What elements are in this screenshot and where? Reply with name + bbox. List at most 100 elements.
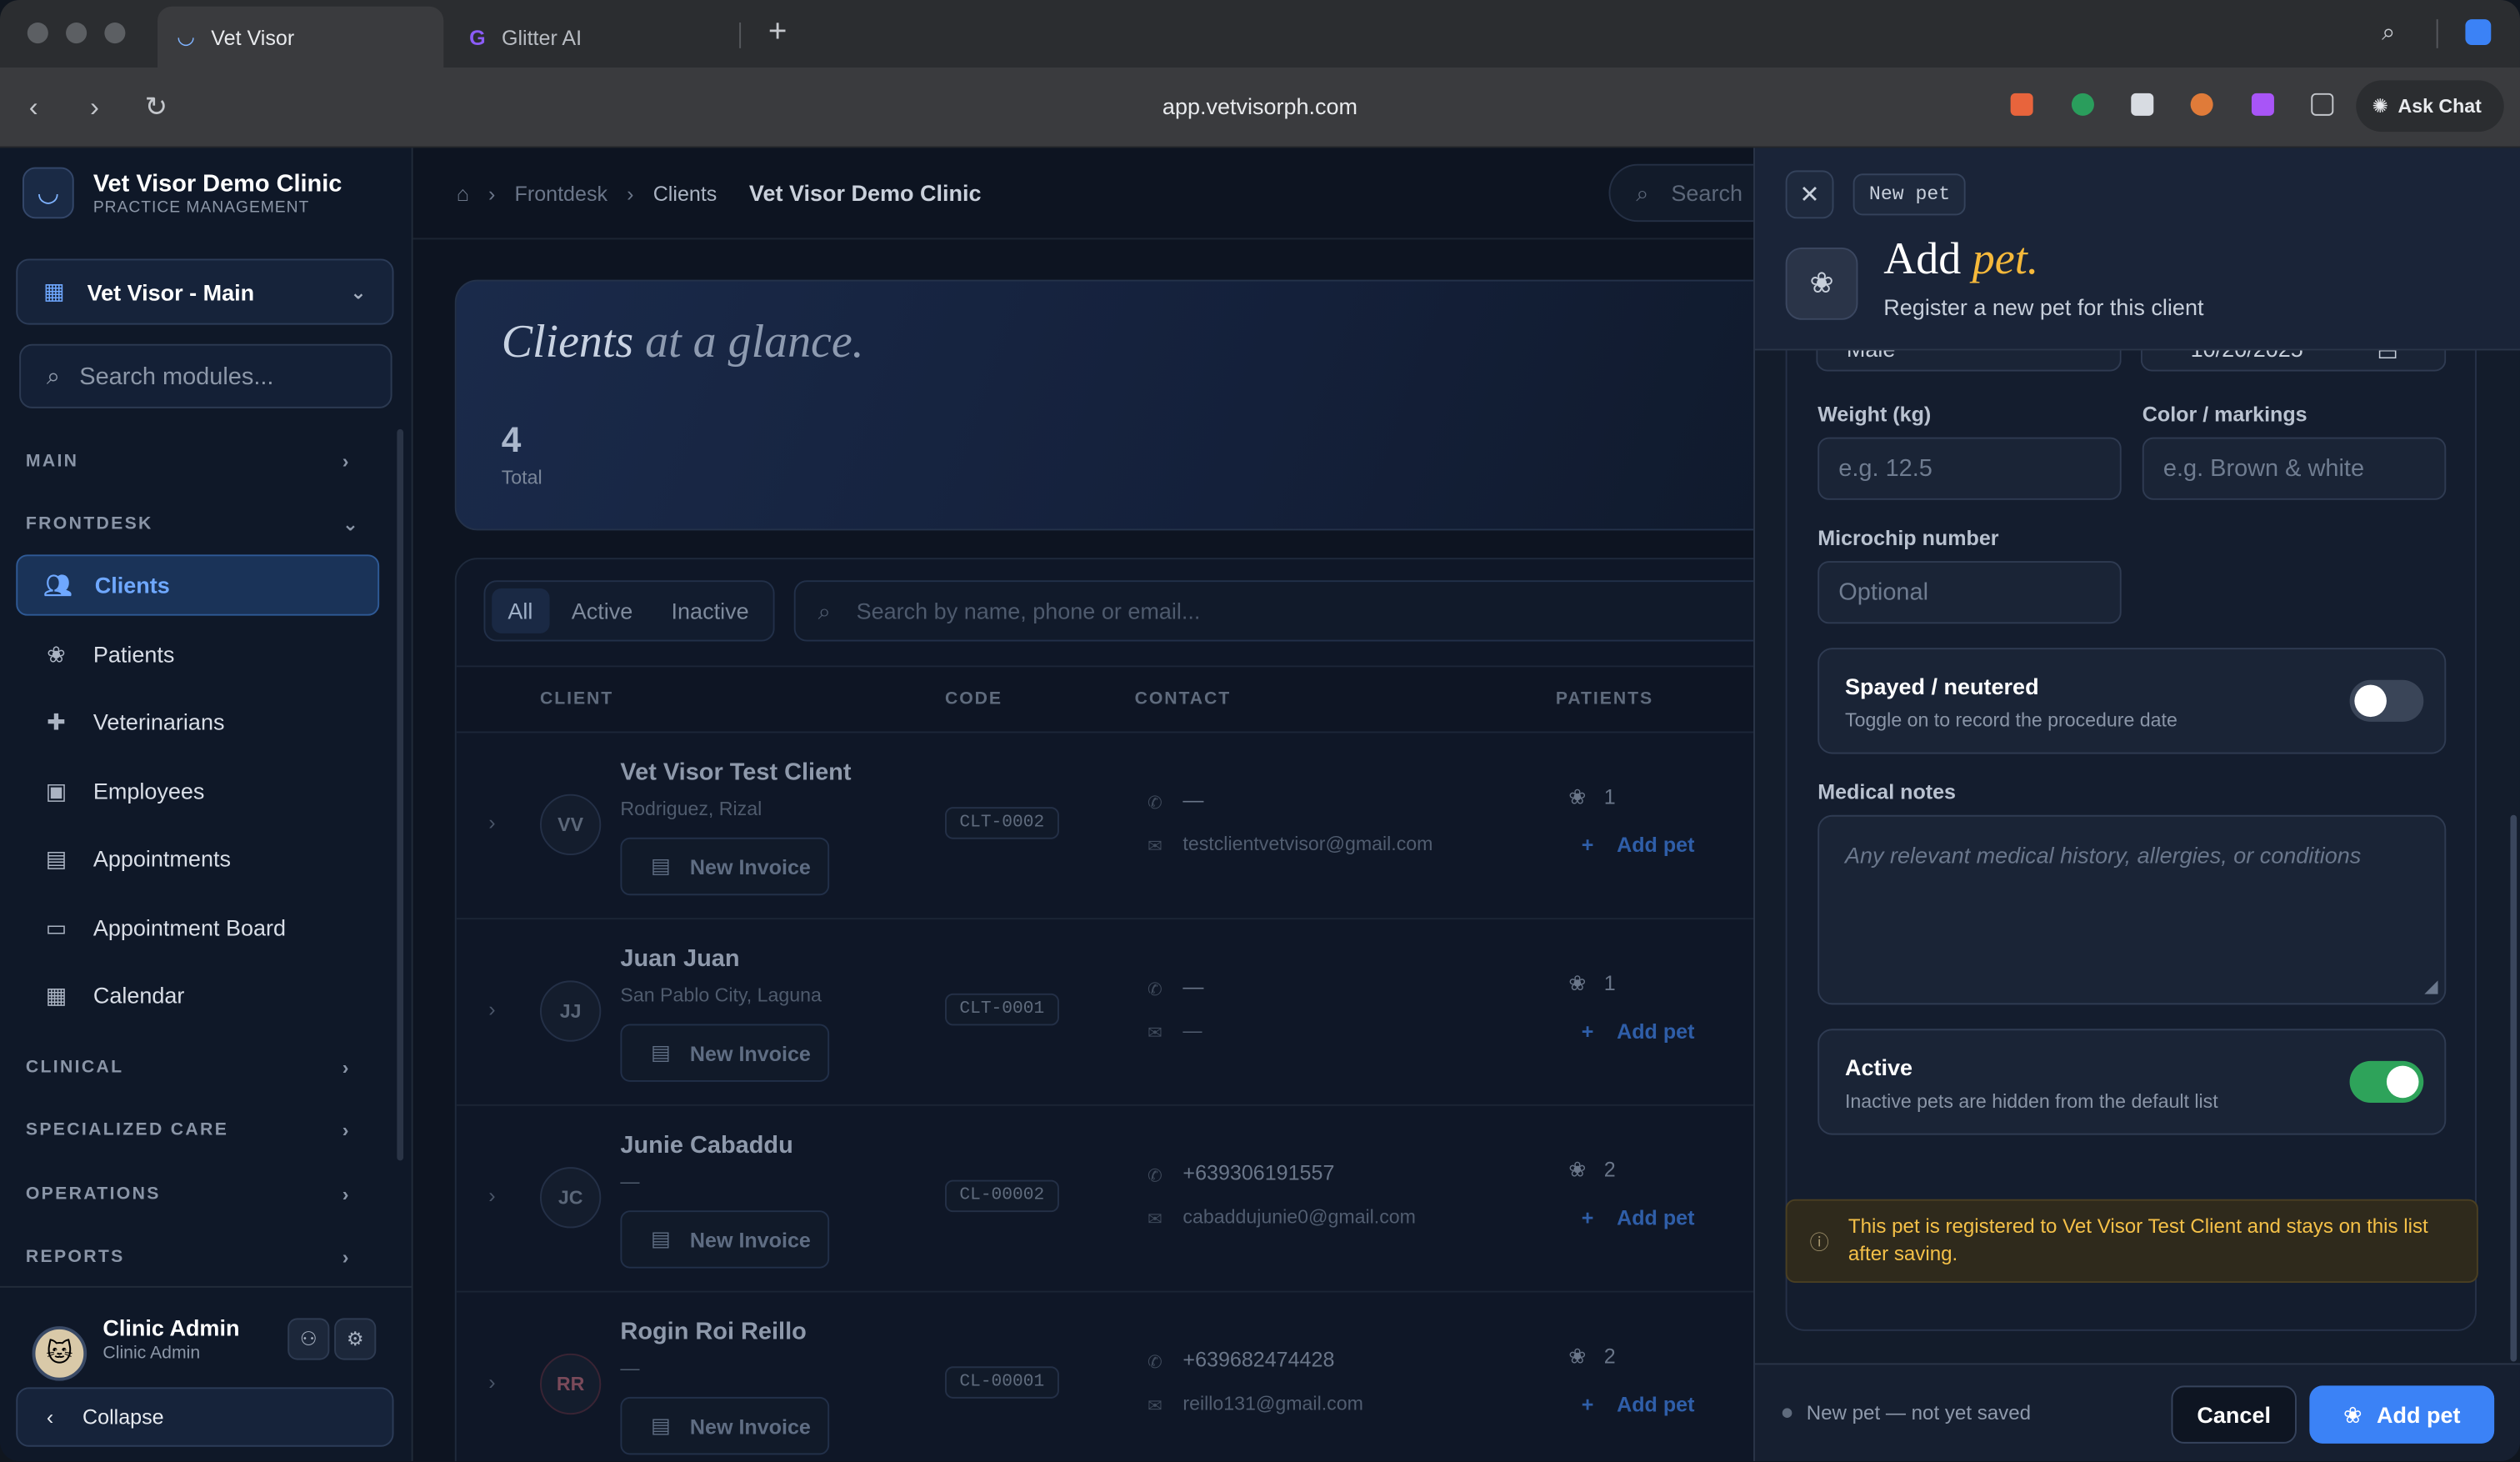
profile-icon[interactable] — [2465, 19, 2492, 45]
sidebar-item-patients[interactable]: ❀ Patients — [16, 623, 379, 684]
collapse-sidebar-button[interactable]: ‹ Collapse — [16, 1387, 394, 1447]
active-toggle[interactable] — [2349, 1060, 2424, 1103]
resize-handle-icon[interactable]: ◢ — [2424, 976, 2438, 997]
sidebar-scrollbar[interactable] — [397, 428, 404, 1161]
plus-icon: + — [1581, 1019, 1594, 1044]
new-invoice-button[interactable]: ▤ New Invoice — [620, 1210, 830, 1269]
column-patients[interactable]: PATIENTS — [1556, 689, 1653, 708]
client-phone: — — [1182, 974, 1204, 999]
sidebar-item-employees[interactable]: ▣ Employees — [16, 760, 379, 821]
column-client[interactable]: CLIENT — [540, 689, 613, 708]
spayed-toggle[interactable] — [2349, 679, 2424, 722]
section-reports[interactable]: REPORTS › — [26, 1246, 349, 1269]
filter-all[interactable]: All — [492, 588, 549, 633]
calendar-icon: ▭ — [2377, 350, 2398, 365]
microchip-input[interactable]: Optional — [1818, 561, 2122, 624]
sidebar-item-clients[interactable]: 👥︎ Clients — [16, 554, 380, 616]
branch-selector[interactable]: ▦ Vet Visor - Main ⌄ — [16, 258, 394, 325]
birthdate-input[interactable]: 10/20/2025 ▭ — [2140, 350, 2447, 372]
add-pet-link[interactable]: Add pet — [1617, 833, 1694, 857]
chevron-right-icon[interactable]: › — [488, 810, 495, 834]
client-avatar: JJ — [539, 980, 602, 1042]
table-row[interactable]: › JJ Juan Juan San Pablo City, Laguna ▤ N… — [456, 919, 1788, 1106]
tab-search-icon[interactable]: ⌕ — [2382, 19, 2395, 47]
settings-button[interactable]: ⚙ — [334, 1318, 377, 1360]
chevron-right-icon[interactable]: › — [488, 1183, 495, 1207]
close-drawer-button[interactable]: ✕ — [1785, 170, 1834, 219]
extension-icon-5[interactable] — [2251, 93, 2274, 116]
section-main[interactable]: MAIN › — [26, 450, 349, 473]
home-icon[interactable]: ⌂ — [457, 181, 469, 205]
client-name[interactable]: Rogin Roi Reillo — [620, 1318, 806, 1345]
birthdate-value: 10/20/2025 — [2191, 350, 2303, 362]
cancel-button[interactable]: Cancel — [2171, 1385, 2297, 1444]
table-row[interactable]: › VV Vet Visor Test Client Rodriguez, Ri… — [456, 733, 1788, 920]
sidebar-item-appointment-board[interactable]: ▭ Appointment Board — [16, 897, 379, 958]
search-icon: ⌕ — [818, 597, 831, 623]
active-toggle-row: Active Inactive pets are hidden from the… — [1818, 1029, 2447, 1135]
minimize-window-button[interactable] — [66, 22, 88, 44]
save-status-text: New pet — not yet saved — [1806, 1401, 2032, 1424]
id-badge-icon: ▣ — [45, 777, 68, 804]
add-pet-link[interactable]: Add pet — [1617, 1392, 1694, 1416]
sidebar-item-appointments[interactable]: ▤ Appointments — [16, 828, 379, 889]
add-pet-link[interactable]: Add pet — [1617, 1019, 1694, 1044]
filter-active[interactable]: Active — [555, 588, 648, 633]
maximize-window-button[interactable] — [104, 22, 126, 44]
paw-icon: ❀ — [1568, 1344, 1587, 1369]
chevron-left-icon: ‹ — [46, 1404, 54, 1429]
gear-icon: ⚙ — [346, 1327, 364, 1350]
medical-notes-textarea[interactable]: Any relevant medical history, allergies,… — [1818, 814, 2447, 1005]
extension-icon-1[interactable] — [2010, 93, 2033, 116]
chevron-right-icon: › — [342, 1183, 351, 1206]
switch-user-button[interactable]: ⚇ — [288, 1318, 330, 1360]
sex-select[interactable]: Male — [1816, 350, 2122, 372]
client-name[interactable]: Junie Cabaddu — [620, 1132, 792, 1159]
table-row[interactable]: › RR Rogin Roi Reillo — ▤ New Invoice CL-… — [457, 1293, 1788, 1461]
grammarly-icon[interactable] — [2071, 93, 2094, 116]
section-frontdesk[interactable]: FRONTDESK ⌄ — [26, 513, 358, 535]
tab-glitter-ai[interactable]: G Glitter AI — [450, 7, 739, 68]
drawer-scrollbar[interactable] — [2510, 814, 2518, 1362]
color-input[interactable]: e.g. Brown & white — [2142, 437, 2447, 500]
client-name[interactable]: Juan Juan — [620, 945, 739, 973]
sidebar-item-veterinarians[interactable]: ✚ Veterinarians — [16, 691, 379, 752]
new-invoice-label: New Invoice — [689, 1227, 811, 1252]
filter-inactive[interactable]: Inactive — [655, 588, 765, 633]
column-contact[interactable]: CONTACT — [1135, 689, 1232, 708]
total-clients-label: Total — [501, 466, 542, 489]
new-invoice-button[interactable]: ▤ New Invoice — [620, 1024, 830, 1082]
breadcrumb-frontdesk[interactable]: Frontdesk — [515, 181, 608, 205]
close-window-button[interactable] — [27, 22, 48, 44]
paw-icon: ❀ — [1568, 784, 1587, 809]
paw-icon: ❀ — [1568, 1157, 1587, 1182]
color-label: Color / markings — [2142, 402, 2308, 427]
add-pet-button[interactable]: ❀ Add pet — [2309, 1385, 2495, 1444]
section-specialized-care[interactable]: SPECIALIZED CARE › — [26, 1119, 349, 1141]
avatar[interactable]: 🐱︎ — [32, 1326, 88, 1381]
extension-icon-3[interactable] — [2131, 93, 2154, 116]
people-icon: 👥︎ — [43, 571, 72, 598]
weight-input[interactable]: e.g. 12.5 — [1818, 437, 2122, 500]
client-name[interactable]: Vet Visor Test Client — [620, 759, 851, 786]
table-row[interactable]: › JC Junie Cabaddu — ▤ New Invoice CL-000… — [456, 1106, 1788, 1293]
column-code[interactable]: CODE — [945, 689, 1002, 708]
tab-vet-visor[interactable]: ◡ Vet Visor — [157, 6, 444, 68]
claude-icon[interactable] — [2190, 93, 2213, 116]
sidebar-item-calendar[interactable]: ▦ Calendar — [16, 964, 379, 1025]
chevron-right-icon[interactable]: › — [488, 1369, 495, 1394]
add-pet-drawer: ✕ New pet ❀ Add pet. Register a new pet … — [1753, 148, 2520, 1462]
section-operations[interactable]: OPERATIONS › — [26, 1183, 349, 1205]
new-invoice-button[interactable]: ▤ New Invoice — [620, 1396, 830, 1455]
chevron-right-icon[interactable]: › — [488, 997, 495, 1021]
spayed-title: Spayed / neutered — [1844, 673, 2039, 699]
client-search-input[interactable]: ⌕ Search by name, phone or email... — [793, 580, 1788, 642]
new-invoice-button[interactable]: ▤ New Invoice — [620, 837, 830, 896]
module-search-input[interactable]: ⌕ Search modules... — [19, 343, 392, 408]
extensions-puzzle-icon[interactable] — [2311, 93, 2334, 116]
new-tab-plus-icon[interactable]: + — [768, 14, 788, 51]
store-icon: ▦ — [43, 278, 65, 304]
section-clinical[interactable]: CLINICAL › — [26, 1056, 349, 1079]
ask-chat-button[interactable]: ✺ Ask Chat — [2356, 80, 2504, 133]
add-pet-link[interactable]: Add pet — [1617, 1205, 1694, 1229]
